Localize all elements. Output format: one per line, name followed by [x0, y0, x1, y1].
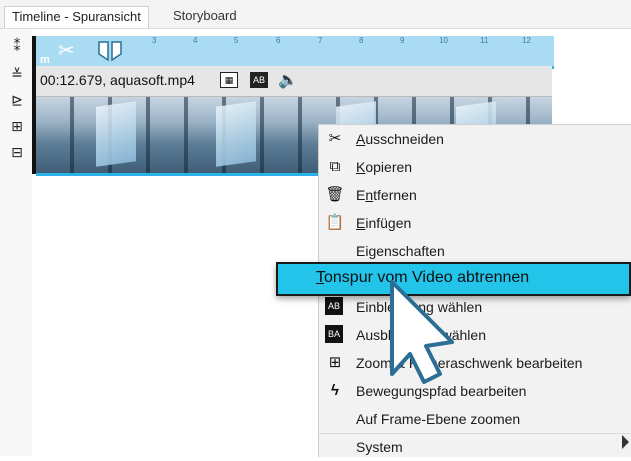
- menu-label: E: [356, 187, 366, 203]
- menu-label: K: [356, 159, 366, 175]
- motion-path-icon: ϟ: [331, 382, 339, 399]
- fade-out-icon: BA: [325, 325, 343, 343]
- zoom-pan-icon: ⊞: [328, 354, 342, 371]
- ruler-tick: 9: [400, 36, 405, 45]
- menu-label: System: [356, 439, 403, 455]
- paste-icon: 📋: [325, 214, 345, 231]
- ruler-tick: 4: [193, 36, 198, 45]
- ruler-tick: 3: [152, 36, 157, 45]
- ruler-tick: 11: [480, 36, 489, 45]
- marker-icon[interactable]: [97, 40, 123, 62]
- clip-header: 00:12.679, aquasoft.mp4 ▦ AB 🔈: [36, 66, 552, 97]
- menu-item-properties[interactable]: Eigenschaften: [319, 237, 631, 265]
- trash-icon: 🗑: [325, 186, 345, 203]
- mouse-cursor-icon: [390, 280, 454, 384]
- ruler-tick: 5: [234, 36, 239, 45]
- submenu-arrow-icon: [622, 435, 629, 449]
- ruler-tick: 10: [439, 36, 448, 45]
- menu-label: Auf Frame-Ebene zoomen: [356, 411, 521, 427]
- scissors-icon[interactable]: ✂: [58, 36, 75, 66]
- ruler-tick: 12: [522, 36, 531, 45]
- transition-icon[interactable]: AB: [250, 72, 268, 88]
- align-icon[interactable]: ≚: [6, 63, 28, 85]
- track-list-icon[interactable]: ⊵: [6, 89, 28, 111]
- copy-icon: ⧉: [329, 158, 341, 175]
- left-toolbar: ⁑ ≚ ⊵ ⊞ ⊟ ⊵: [0, 29, 51, 456]
- remove-track-icon[interactable]: ⊟: [6, 141, 28, 163]
- menu-label: Eigenschaften: [356, 243, 445, 259]
- menu-label: n: [365, 187, 374, 203]
- menu-item-cut[interactable]: ✂ Ausschneiden: [319, 125, 631, 153]
- playhead[interactable]: [32, 36, 36, 174]
- menu-label: T: [316, 269, 324, 286]
- ruler-tick: 6: [276, 36, 281, 45]
- menu-item-frame-zoom[interactable]: Auf Frame-Ebene zoomen: [319, 405, 631, 433]
- tab-timeline[interactable]: Timeline - Spuransicht: [4, 6, 149, 28]
- fade-in-icon: AB: [325, 297, 343, 315]
- menu-item-paste[interactable]: 📋 Einfügen: [319, 209, 631, 237]
- tab-bar: Timeline - Spuransicht Storyboard: [0, 0, 631, 29]
- menu-label: infügen: [365, 215, 412, 231]
- menu-label: E: [356, 215, 366, 231]
- ruler-tick: 8: [359, 36, 364, 45]
- menu-label: A: [356, 131, 366, 147]
- menu-item-delete[interactable]: 🗑 Entfernen: [319, 181, 631, 209]
- audio-icon[interactable]: 🔈: [278, 70, 298, 90]
- ruler-label: m: [40, 54, 50, 66]
- ruler-tick: 7: [318, 36, 323, 45]
- tab-storyboard[interactable]: Storyboard: [166, 6, 244, 28]
- scissors-icon: ✂: [328, 130, 342, 147]
- snap-icon[interactable]: ⁑: [6, 35, 28, 57]
- menu-item-system[interactable]: System: [319, 433, 631, 461]
- add-track-icon[interactable]: ⊞: [6, 115, 28, 137]
- film-icon[interactable]: ▦: [220, 72, 238, 88]
- menu-label: usschneiden: [365, 131, 444, 147]
- clip-info: 00:12.679, aquasoft.mp4: [40, 72, 195, 88]
- menu-label: opieren: [365, 159, 413, 175]
- menu-item-copy[interactable]: ⧉ Kopieren: [319, 153, 631, 181]
- menu-label: tfernen: [373, 187, 417, 203]
